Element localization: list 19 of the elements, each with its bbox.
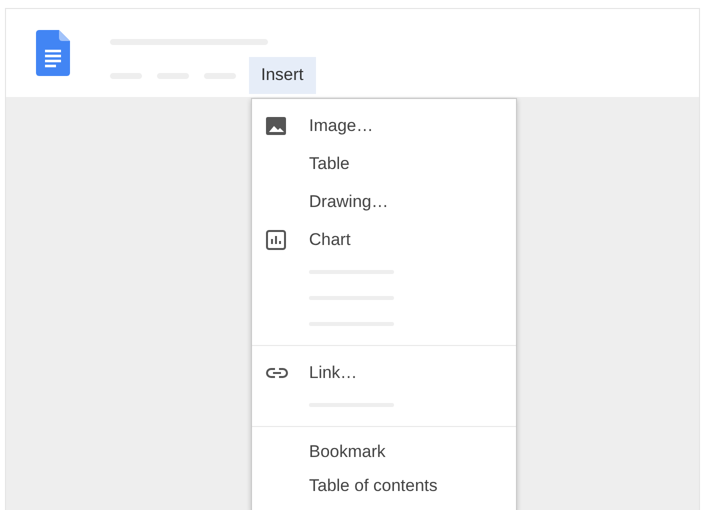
menu-item-label: Chart [309,230,351,250]
menu-item[interactable]: Bookmark [252,435,516,469]
menu-item-label: Bookmark [309,442,386,462]
menu-item-label: Image… [309,116,374,136]
menu-item-label: Table [309,154,350,174]
menu-item[interactable]: Image… [252,107,516,145]
chart-icon [265,229,287,251]
menu-item[interactable]: Table of contents [252,469,516,503]
menu-item-label: Drawing… [309,192,388,212]
menu-item-label: Link… [309,363,358,383]
menu-item[interactable]: Chart [252,221,516,259]
image-icon [265,116,287,136]
document-icon[interactable] [36,30,70,76]
menu-item[interactable]: Drawing… [252,183,516,221]
menu-item-label: Table of contents [309,476,438,496]
menu-item[interactable]: Table [252,145,516,183]
menu-item[interactable]: Link… [252,354,516,392]
insert-menu[interactable]: Insert [249,57,316,94]
link-icon [265,366,289,380]
